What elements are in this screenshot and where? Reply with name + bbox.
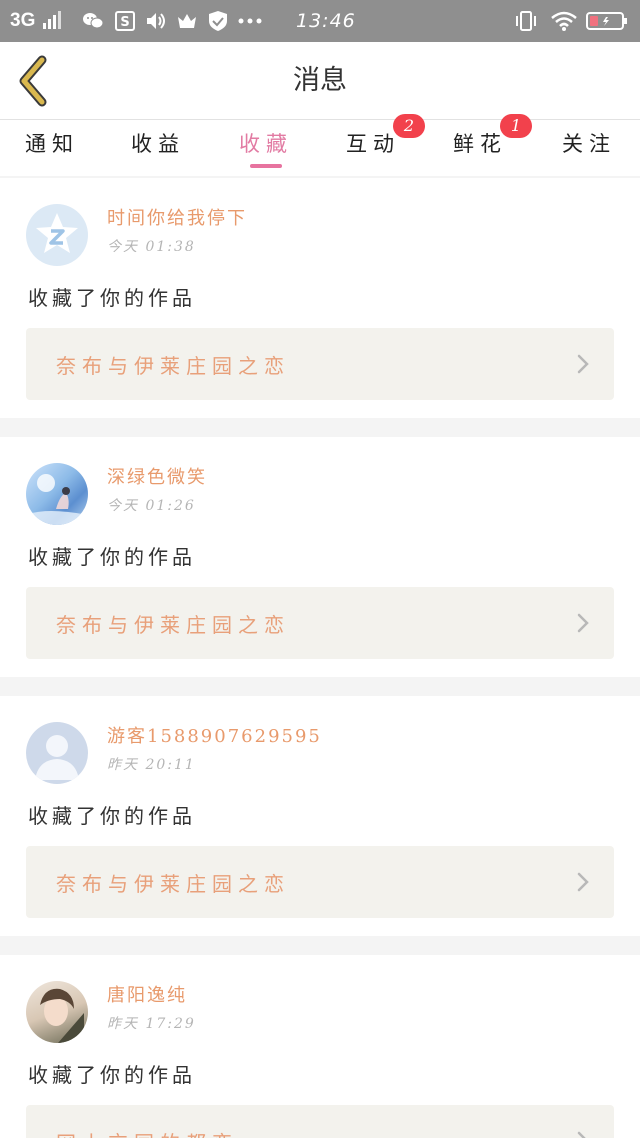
chevron-right-icon	[577, 354, 589, 374]
tab-bar: 通知 收益 收藏 互动 2 鲜花 1 关注	[0, 114, 640, 176]
work-title: 网上交同的都恋	[56, 1127, 238, 1138]
shield-icon	[207, 0, 229, 42]
timestamp: 昨天 17:29	[107, 1016, 196, 1032]
tab-flowers[interactable]: 鲜花 1	[435, 114, 532, 176]
tab-label: 收藏	[239, 132, 293, 156]
timestamp: 昨天 20:11	[107, 757, 196, 773]
signal-icon	[42, 0, 64, 42]
battery-icon	[586, 0, 628, 42]
network-type: 3G	[10, 10, 36, 31]
more-dots-icon	[238, 0, 262, 42]
status-bar: 3G S 13:46	[0, 0, 640, 42]
message-card: 时间你给我停下 今天 01:38 收藏了你的作品 奈布与伊莱庄园之恋	[0, 178, 640, 418]
tab-following[interactable]: 关注	[544, 120, 634, 176]
work-link[interactable]: 奈布与伊莱庄园之恋	[26, 328, 614, 400]
avatar[interactable]	[26, 981, 88, 1043]
avatar[interactable]	[26, 204, 88, 266]
tab-notifications[interactable]: 通知	[7, 120, 97, 176]
wifi-icon	[550, 0, 578, 42]
avatar[interactable]	[26, 722, 88, 784]
message-card: 游客1588907629595 昨天 20:11 收藏了你的作品 奈布与伊莱庄园…	[0, 696, 640, 936]
wechat-icon	[82, 0, 104, 42]
tab-label: 通知	[25, 132, 79, 156]
active-tab-indicator	[250, 164, 282, 168]
work-title: 奈布与伊莱庄园之恋	[56, 354, 290, 378]
tab-label: 收益	[131, 132, 185, 156]
vibrate-icon	[514, 0, 538, 42]
username[interactable]: 唐阳逸纯	[107, 981, 187, 1007]
tab-favorites[interactable]: 收藏	[221, 120, 311, 176]
work-title: 奈布与伊莱庄园之恋	[56, 872, 290, 896]
action-text: 收藏了你的作品	[28, 545, 196, 569]
tab-label: 关注	[562, 132, 616, 156]
chevron-right-icon	[577, 872, 589, 892]
unread-badge: 2	[393, 114, 425, 138]
default-user-icon	[35, 735, 79, 780]
chevron-right-icon	[577, 1131, 586, 1138]
volume-icon	[144, 0, 166, 42]
unread-badge: 1	[500, 114, 532, 138]
tab-earnings[interactable]: 收益	[113, 120, 203, 176]
tab-interactions[interactable]: 互动 2	[328, 114, 425, 176]
message-card: 深绿色微笑 今天 01:26 收藏了你的作品 奈布与伊莱庄园之恋	[0, 437, 640, 677]
svg-text:S: S	[120, 15, 129, 30]
page-title: 消息	[293, 65, 347, 96]
username[interactable]: 时间你给我停下	[107, 204, 247, 230]
action-text: 收藏了你的作品	[28, 286, 196, 310]
crown-icon	[176, 0, 198, 42]
avatar[interactable]	[26, 463, 88, 525]
timestamp: 今天 01:38	[107, 239, 196, 255]
photo-icon	[26, 474, 88, 525]
qq-logo-icon	[36, 213, 78, 253]
action-text: 收藏了你的作品	[28, 804, 196, 828]
clock: 13:46	[296, 10, 356, 32]
photo-icon	[40, 988, 84, 1043]
work-link[interactable]: 奈布与伊莱庄园之恋	[26, 587, 614, 659]
action-text: 收藏了你的作品	[28, 1063, 196, 1087]
work-link[interactable]: 奈布与伊莱庄园之恋	[26, 846, 614, 918]
username[interactable]: 深绿色微笑	[107, 463, 207, 489]
app-header: 消息	[0, 42, 640, 120]
timestamp: 今天 01:26	[107, 498, 196, 514]
work-title: 奈布与伊莱庄园之恋	[56, 613, 290, 637]
s-app-icon: S	[114, 0, 136, 42]
message-card: 唐阳逸纯 昨天 17:29 收藏了你的作品 网上交同的都恋	[0, 955, 640, 1138]
work-link[interactable]: 网上交同的都恋	[26, 1105, 614, 1138]
username[interactable]: 游客1588907629595	[107, 722, 322, 748]
chevron-right-icon	[577, 613, 589, 633]
